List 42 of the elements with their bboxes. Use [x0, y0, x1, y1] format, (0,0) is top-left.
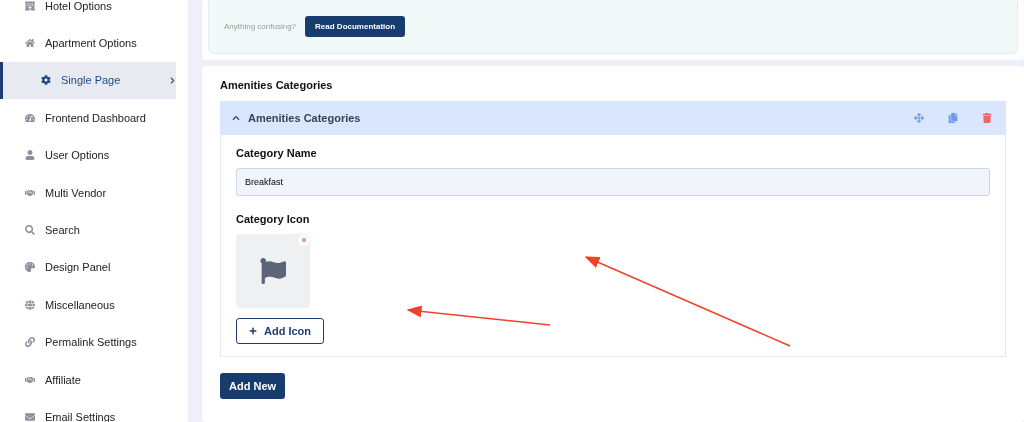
search-icon — [25, 225, 35, 236]
section-title: Amenities Categories — [220, 78, 334, 93]
sidebar-item[interactable]: Frontend Dashboard — [0, 99, 176, 137]
link-icon — [25, 337, 35, 348]
sidebar-item[interactable]: Miscellaneous — [0, 286, 176, 324]
help-text: Anything confusing? — [224, 22, 297, 31]
field-label: Category Icon — [236, 213, 311, 225]
gear-icon — [41, 75, 51, 86]
copy-icon[interactable] — [948, 113, 958, 123]
sidebar-item[interactable]: Multi Vendor — [0, 173, 176, 212]
sidebar-item[interactable]: User Options — [0, 136, 176, 174]
read-documentation-button[interactable]: Read Documentation — [305, 16, 406, 37]
move-icon[interactable] — [914, 113, 924, 123]
handshake-icon — [25, 374, 35, 385]
input-field[interactable]: Breakfast — [236, 168, 990, 196]
building-icon — [25, 0, 35, 11]
house-icon — [25, 38, 35, 49]
repeater-header[interactable]: Amenities Categories — [220, 101, 1006, 135]
user-icon — [25, 150, 35, 161]
add-icon-button[interactable]: Add Icon — [236, 318, 325, 344]
add-new-button[interactable]: Add New — [220, 373, 286, 399]
chevron-up-icon — [232, 114, 240, 122]
trash-icon[interactable] — [982, 113, 992, 123]
flag-icon — [260, 258, 286, 284]
sidebar-item[interactable]: Single Page — [0, 61, 176, 100]
remove-button[interactable] — [298, 234, 310, 246]
field-label: Category Name — [236, 147, 318, 159]
sidebar-item[interactable]: Apartment Options — [0, 24, 176, 62]
sidebar-item[interactable]: Search — [0, 211, 176, 249]
gauge-icon — [25, 112, 35, 123]
globe-icon — [25, 299, 35, 310]
chevron-icon — [169, 76, 176, 84]
plus-icon — [249, 327, 257, 335]
palette-icon — [25, 262, 35, 273]
sidebar-item[interactable]: Design Panel — [0, 248, 176, 287]
sidebar-item[interactable]: Affiliate — [0, 360, 176, 399]
sidebar-item[interactable]: Permalink Settings — [0, 323, 176, 361]
sidebar-item[interactable]: Hotel Options — [0, 0, 176, 25]
handshake-icon — [25, 187, 35, 198]
close-icon — [301, 237, 307, 243]
repeater-title: Amenities Categories — [248, 112, 361, 124]
envelope-icon — [25, 412, 35, 422]
